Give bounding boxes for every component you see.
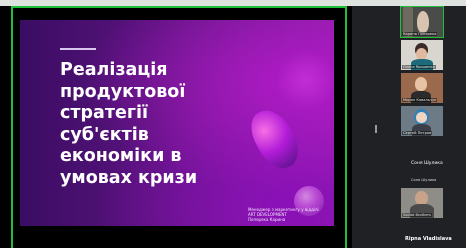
- participant-name: Ripna Vladislava: [405, 236, 452, 242]
- participant-tile[interactable]: Карина Поперека: [400, 6, 444, 38]
- participant-video: [417, 11, 429, 33]
- screen-share-border-right: [345, 6, 347, 248]
- slide-accent-rule: [60, 48, 96, 50]
- participant-video: [415, 191, 428, 205]
- slide-caption: Менеджер з маркетингу у відділі ART DEVE…: [248, 207, 334, 222]
- participant-tile-no-video[interactable]: Соня Шулика Соня Шулика: [401, 155, 461, 185]
- decorative-blob: [243, 102, 307, 176]
- participant-tile[interactable]: Сергей Петров: [401, 106, 443, 136]
- participant-tile[interactable]: Мирон Ковальчук: [401, 73, 443, 103]
- screen-share-border-top: [11, 6, 347, 8]
- participant-name: Мирон Ковальчук: [402, 98, 438, 102]
- slide-title-line: Реалізація: [60, 60, 168, 80]
- presentation-slide: Реалізація продуктової стратегії суб'єкт…: [20, 20, 334, 226]
- participant-name: Олеся Ярошенко: [402, 65, 436, 69]
- slide-title-line: суб'єктів: [60, 124, 149, 145]
- slide-title-line: економіки в: [60, 146, 182, 166]
- gallery-resize-handle[interactable]: [375, 125, 377, 133]
- participant-name: Soldat Brothers: [402, 213, 432, 217]
- slide-title-line: продуктової: [60, 81, 186, 102]
- participant-name: Соня Шулика: [411, 178, 437, 182]
- decorative-glow: [276, 50, 334, 110]
- participant-video: [415, 77, 427, 91]
- participant-tile[interactable]: Soldat Brothers: [401, 188, 443, 218]
- participant-name: Сергей Петров: [402, 131, 433, 135]
- slide-title-line: умовах кризи: [60, 167, 198, 188]
- slide-title: Реалізація продуктової стратегії суб'єкт…: [60, 60, 220, 189]
- slide-title-line: стратегії: [60, 103, 149, 123]
- participant-tile[interactable]: Олеся Ярошенко: [401, 40, 443, 70]
- screen-share-border-left: [11, 6, 13, 248]
- participant-name: Карина Поперека: [402, 32, 438, 36]
- caption-line: Поперека Карина: [248, 217, 286, 222]
- participant-display-name: Соня Шулика: [411, 161, 443, 166]
- participant-video: [416, 112, 427, 123]
